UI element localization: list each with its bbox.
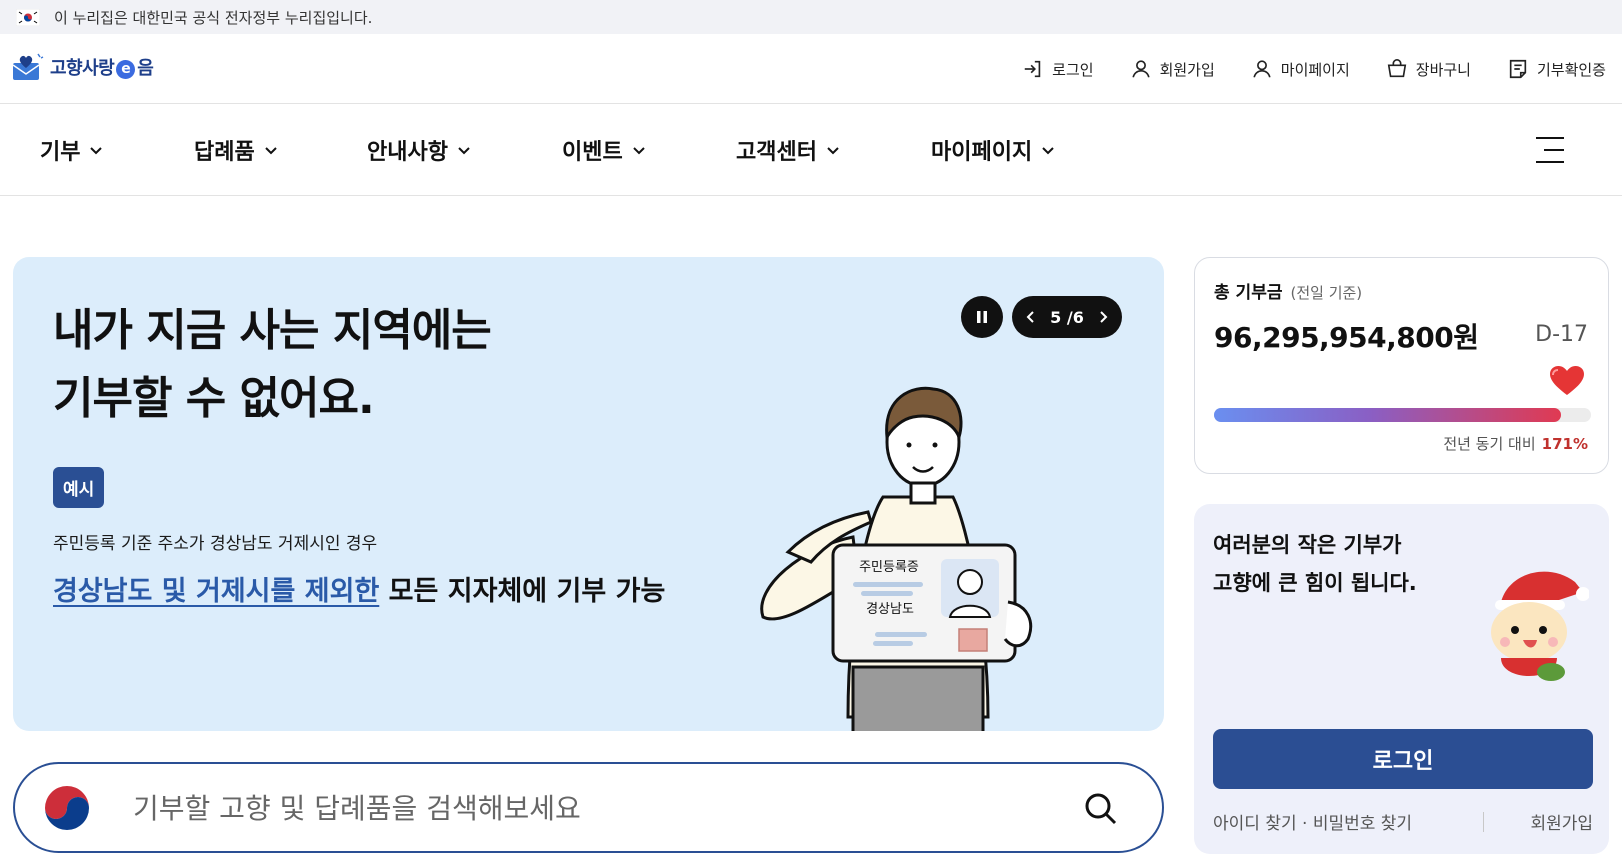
- chevron-down-icon: [633, 147, 645, 155]
- utility-nav: 로그인 회원가입 마이페이지 장바구니 기부확인증: [1022, 34, 1606, 104]
- chevron-down-icon: [90, 147, 103, 155]
- search-input[interactable]: [133, 784, 1033, 832]
- slider-next-button[interactable]: [1098, 308, 1108, 327]
- signup-link[interactable]: 회원가입: [1130, 58, 1215, 80]
- cart-icon: [1387, 59, 1407, 78]
- korea-flag-icon: [16, 8, 40, 26]
- nav-event[interactable]: 이벤트: [562, 134, 647, 166]
- nav-customer-center[interactable]: 고객센터: [736, 134, 841, 166]
- total-donation-card: 총 기부금 (전일 기준) 96,295,954,800원 D-17 전년 동기 …: [1194, 257, 1609, 474]
- chevron-right-icon: [1100, 310, 1108, 323]
- mypage-link[interactable]: 마이페이지: [1251, 58, 1350, 80]
- link-divider: [1482, 811, 1484, 832]
- main-nav: 기부 답례품 안내사항 이벤트 고객센터 마이페이지: [0, 104, 1622, 196]
- chevron-down-icon: [827, 147, 839, 155]
- account-links: 아이디 찾기 · 비밀번호 찾기 회원가입: [1213, 809, 1593, 834]
- government-emblem-icon: [43, 784, 91, 832]
- slider-pause-button[interactable]: [961, 296, 1003, 338]
- logo-text: 고향사랑 e 음: [50, 58, 154, 79]
- chevron-down-icon: [1042, 147, 1054, 155]
- heart-mailbox-logo-icon: [12, 53, 44, 80]
- id-card-title: 주민등록증: [859, 560, 919, 575]
- nav-mypage[interactable]: 마이페이지: [931, 134, 1056, 166]
- hero-main-text: 경상남도 및 거제시를 제외한 모든 지자체에 기부 가능: [53, 576, 666, 607]
- search-icon[interactable]: [1084, 792, 1118, 826]
- dday-counter: D-17: [1535, 322, 1588, 347]
- id-card-region: 경상남도: [866, 602, 914, 617]
- login-message: 여러분의 작은 기부가 고향에 큰 힘이 됩니다.: [1213, 533, 1417, 595]
- donation-progress-bar: [1214, 408, 1591, 422]
- login-link[interactable]: 로그인: [1022, 58, 1094, 80]
- user-icon: [1253, 60, 1271, 78]
- cart-link[interactable]: 장바구니: [1386, 58, 1471, 80]
- heart-icon: [1550, 366, 1584, 395]
- total-donation-label: 총 기부금 (전일 기준): [1214, 283, 1363, 303]
- chevron-left-icon: [1026, 310, 1034, 323]
- login-card: 여러분의 작은 기부가 고향에 큰 힘이 됩니다. 로그인 아이디 찾기 · 비…: [1194, 504, 1609, 854]
- gov-banner: 이 누리집은 대한민국 공식 전자정부 누리집입니다.: [0, 0, 1622, 34]
- hero-title: 내가 지금 사는 지역에는 기부할 수 없어요.: [53, 305, 492, 424]
- hamburger-menu-icon[interactable]: [1534, 134, 1566, 166]
- example-badge: 예시: [53, 467, 105, 508]
- slider-prev-button[interactable]: [1026, 308, 1036, 327]
- utility-header: 고향사랑 e 음 로그인 회원가입 마이페이지 장바구니 기부확인증: [0, 34, 1622, 104]
- hero-description: 주민등록 기준 주소가 경상남도 거제시인 경우: [53, 534, 378, 554]
- certificate-icon: [1509, 59, 1527, 79]
- login-icon: [1024, 60, 1041, 78]
- nav-donation[interactable]: 기부: [40, 134, 104, 166]
- nav-guide[interactable]: 안내사항: [367, 134, 472, 166]
- donation-progress-fill: [1214, 408, 1561, 422]
- man-holding-id-card-illustration: 주민등록증 경상남도: [760, 386, 1033, 731]
- hero-link[interactable]: 경상남도 및 거제시를 제외한: [53, 576, 379, 607]
- nav-gifts[interactable]: 답례품: [194, 134, 279, 166]
- chevron-down-icon: [265, 147, 277, 155]
- slider-counter: 5 /6: [1050, 307, 1084, 327]
- donation-certificate-link[interactable]: 기부확인증: [1507, 58, 1606, 80]
- gov-banner-text: 이 누리집은 대한민국 공식 전자정부 누리집입니다.: [54, 8, 373, 27]
- chevron-down-icon: [458, 147, 470, 155]
- find-id-password-link[interactable]: 아이디 찾기 · 비밀번호 찾기: [1213, 809, 1412, 834]
- year-over-year: 전년 동기 대비 171%: [1443, 435, 1588, 453]
- hero-banner: 내가 지금 사는 지역에는 기부할 수 없어요. 예시 주민등록 기준 주소가 …: [13, 257, 1164, 731]
- site-logo[interactable]: 고향사랑 e 음: [12, 52, 154, 82]
- login-button[interactable]: 로그인: [1213, 729, 1593, 789]
- pause-icon: [977, 311, 987, 323]
- signup-link[interactable]: 회원가입: [1530, 809, 1593, 834]
- search-bar: [13, 762, 1164, 853]
- slider-pager: 5 /6: [1012, 296, 1122, 338]
- total-donation-amount: 96,295,954,800원: [1214, 321, 1479, 354]
- santa-cat-mascot-icon: [1491, 571, 1589, 681]
- user-icon: [1131, 60, 1150, 78]
